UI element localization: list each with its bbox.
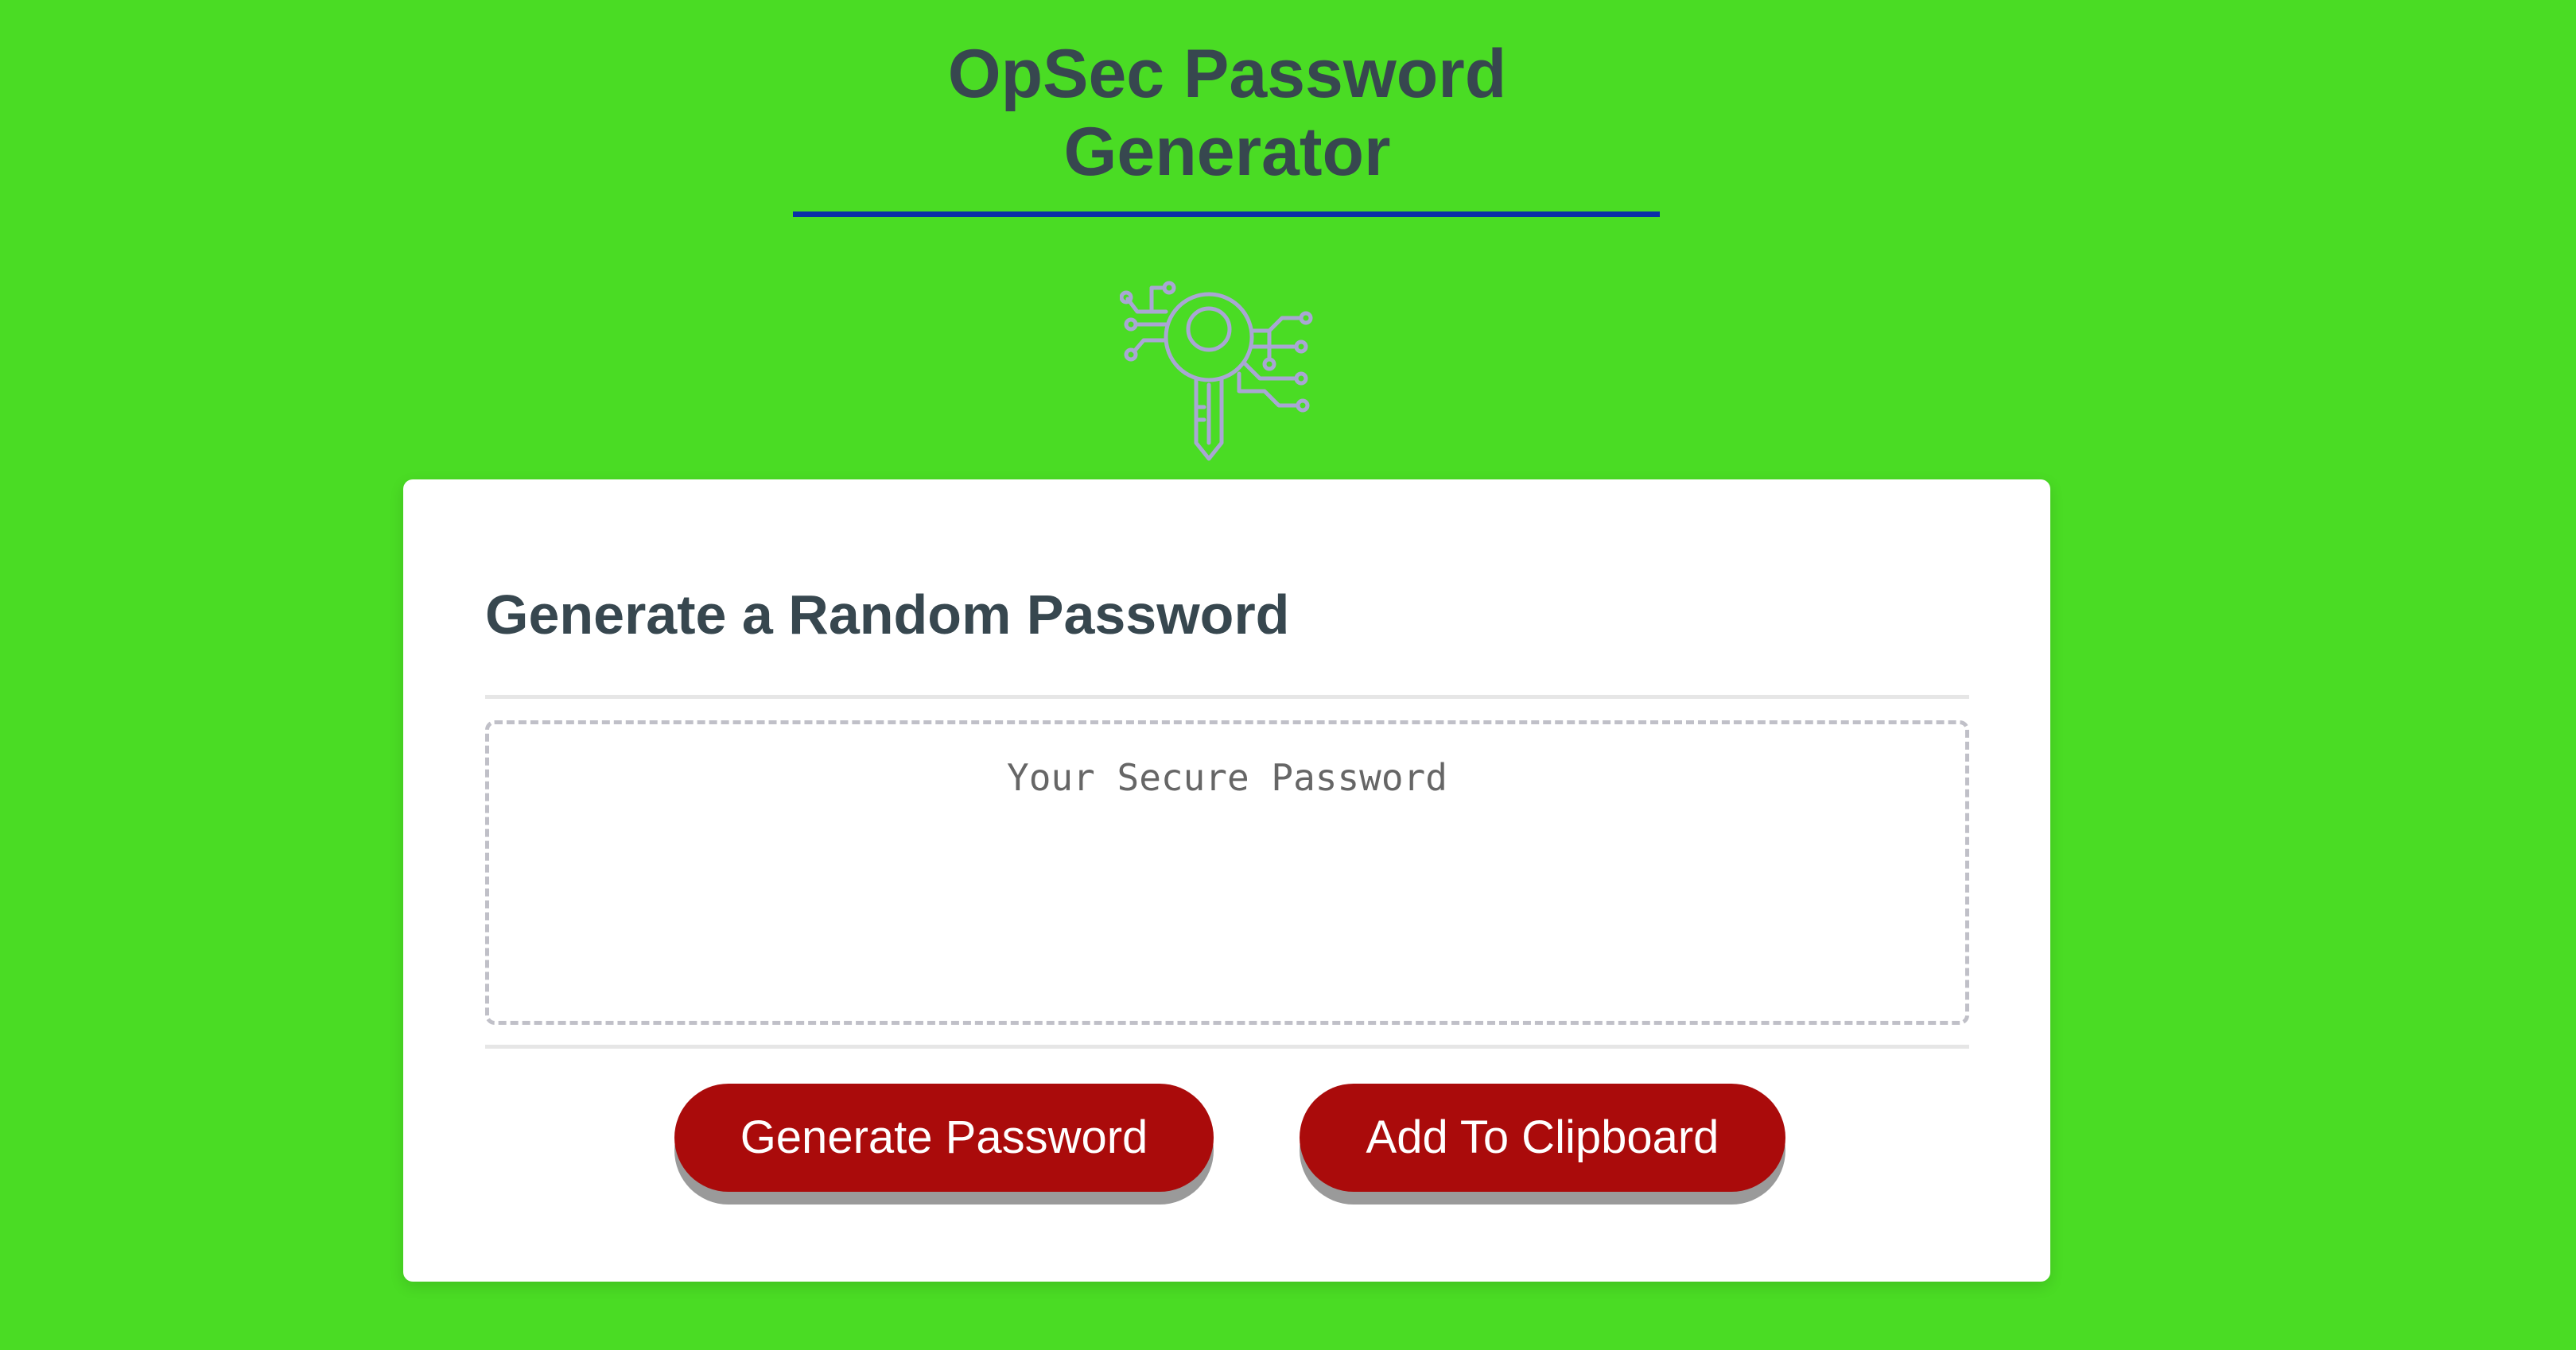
generate-password-button[interactable]: Generate Password (674, 1084, 1214, 1192)
password-output-textarea[interactable] (485, 720, 1969, 1025)
card-divider-bottom (485, 1045, 1969, 1049)
page-title-line-1: OpSec Password (947, 36, 1507, 112)
page-title-line-2: Generator (1063, 114, 1391, 190)
page-title: OpSec Password Generator (795, 35, 1659, 191)
card-divider-top (485, 695, 1969, 699)
add-to-clipboard-button[interactable]: Add To Clipboard (1300, 1084, 1785, 1192)
password-card: Generate a Random Password Generate Pass… (403, 479, 2050, 1282)
title-underline (793, 211, 1660, 217)
key-circuit-icon (1119, 280, 1319, 463)
card-title: Generate a Random Password (485, 584, 1290, 646)
